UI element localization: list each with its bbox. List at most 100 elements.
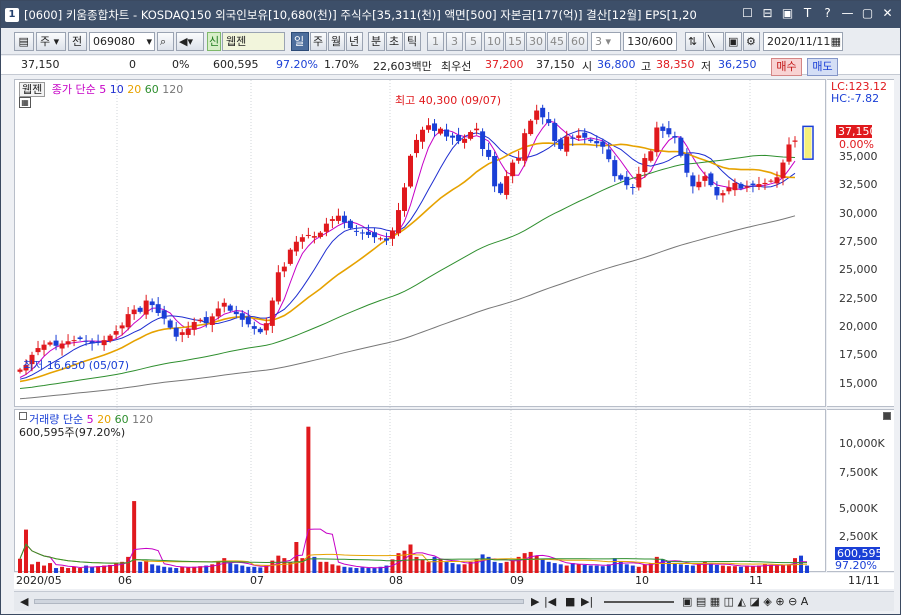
- trendline-icon[interactable]: ╲: [705, 32, 724, 51]
- minimize-icon[interactable]: —: [839, 5, 856, 22]
- period-select[interactable]: 주 ▾: [36, 32, 66, 51]
- speaker-icon[interactable]: ◀▾: [176, 32, 204, 51]
- interval-day[interactable]: 일: [291, 32, 309, 51]
- minute-option-60[interactable]: 60: [568, 32, 588, 51]
- y-label: 22,500: [839, 292, 878, 305]
- candle-body: [522, 133, 528, 161]
- interval-second[interactable]: 초: [386, 32, 403, 51]
- high-annotation: 최고 40,300 (09/07): [395, 94, 502, 107]
- volume-bar: [793, 558, 797, 573]
- volume-bar: [744, 565, 749, 573]
- volume-value-label: 600,595주(97.20%): [19, 426, 126, 439]
- ma-120-label: 120: [162, 83, 184, 96]
- minute-option-1[interactable]: 1: [427, 32, 444, 51]
- volume-bar: [444, 561, 449, 573]
- floppy-icon[interactable]: ▣: [725, 32, 742, 51]
- candle-body: [107, 335, 113, 342]
- volume-bar: [612, 558, 617, 573]
- stock-name-field[interactable]: 웹젠: [222, 32, 285, 51]
- grid-icon[interactable]: ▦: [19, 97, 31, 108]
- date-field[interactable]: 2020/11/11 ▦: [763, 32, 843, 51]
- minute-option-45[interactable]: 45: [547, 32, 567, 51]
- candle-body: [444, 129, 450, 137]
- candle-body: [612, 160, 618, 177]
- pin-icon[interactable]: ⊟: [759, 5, 776, 22]
- stock-code-input[interactable]: 069080 ▾: [89, 32, 155, 51]
- price-chart-svg[interactable]: [15, 80, 827, 408]
- turnover: 1.70%: [324, 58, 359, 71]
- vol-ma-120-label: 120: [132, 413, 154, 426]
- minute-option-3[interactable]: 3: [446, 32, 463, 51]
- scroll-left-icon[interactable]: ◀: [20, 595, 28, 608]
- buy-button[interactable]: 매수: [771, 58, 802, 76]
- best-bid: 37,150: [536, 58, 575, 71]
- settings-icon[interactable]: ⚙: [743, 32, 760, 51]
- next-page-icon[interactable]: ▶|: [581, 595, 593, 608]
- volume-bar: [594, 565, 599, 573]
- interval-week[interactable]: 주: [310, 32, 327, 51]
- font-icon[interactable]: T: [799, 5, 816, 22]
- low-annotation: 최저 16,650 (05/07): [23, 359, 130, 372]
- horizontal-scrollbar[interactable]: [34, 599, 524, 604]
- prev-page-icon[interactable]: |◀: [544, 595, 556, 608]
- volume-bar: [18, 558, 22, 573]
- x-label: 10: [635, 574, 649, 587]
- volume-box-icon[interactable]: [19, 412, 27, 420]
- volume-bar: [684, 564, 689, 573]
- volume-bar: [768, 564, 773, 573]
- link-icon[interactable]: ☐: [739, 5, 756, 22]
- minute-option-30[interactable]: 30: [526, 32, 546, 51]
- volume-bar: [306, 426, 311, 573]
- volume-bar: [750, 566, 755, 573]
- ma-5-label: 5: [99, 83, 107, 96]
- minute-custom-value: 3: [595, 35, 602, 48]
- candle-body: [269, 300, 275, 326]
- candle-body: [83, 340, 89, 342]
- pane-collapse-icon[interactable]: [883, 412, 891, 420]
- help-icon[interactable]: ?: [819, 5, 836, 22]
- interval-minute[interactable]: 분: [368, 32, 385, 51]
- save-icon[interactable]: ▣: [779, 5, 796, 22]
- sell-button[interactable]: 매도: [807, 58, 838, 76]
- candle-body: [323, 223, 329, 232]
- candle-body: [678, 137, 684, 156]
- volume-bar: [462, 564, 467, 573]
- tool-icons[interactable]: ▣ ▤ ▦ ◫ ◭ ◪ ◈ ⊕ ⊖ A: [682, 595, 808, 608]
- volume-bar: [474, 559, 479, 573]
- interval-year[interactable]: 년: [346, 32, 363, 51]
- y-label: 35,000: [839, 150, 878, 163]
- volume-chart-svg[interactable]: [15, 410, 827, 573]
- search-icon[interactable]: ⌕: [157, 32, 174, 51]
- candle-body: [215, 308, 221, 317]
- interval-month[interactable]: 월: [328, 32, 345, 51]
- minute-option-10[interactable]: 10: [484, 32, 504, 51]
- scroll-right-icon[interactable]: ▶: [531, 595, 539, 608]
- price-chart-pane[interactable]: 웹젠 종가 단순 5 10 20 60 120 ▦ 최고 40,300 (09/…: [14, 79, 827, 408]
- minute-option-15[interactable]: 15: [505, 32, 525, 51]
- minute-option-5[interactable]: 5: [465, 32, 482, 51]
- volume-bar: [540, 559, 545, 573]
- count-field[interactable]: 130/600: [623, 32, 677, 51]
- volume-bar: [714, 564, 719, 573]
- candle-body: [414, 139, 420, 154]
- close-icon[interactable]: ✕: [879, 5, 896, 22]
- volume-bar: [42, 565, 47, 573]
- candle-body: [365, 231, 371, 235]
- volume-chart-pane[interactable]: 거래량 단순 5 20 60 120 600,595주(97.20%): [14, 409, 827, 573]
- stop-icon[interactable]: ■: [565, 595, 575, 608]
- candle-body: [371, 232, 377, 238]
- candle-body: [504, 176, 510, 195]
- compare-icon[interactable]: ⇅: [685, 32, 704, 51]
- candle-body: [774, 177, 780, 184]
- volume-bar: [228, 563, 233, 573]
- ma-10-line: [19, 130, 796, 380]
- interval-tick[interactable]: 틱: [404, 32, 421, 51]
- minute-custom-select[interactable]: 3 ▾: [591, 32, 621, 51]
- candle-body: [630, 186, 636, 188]
- prev-button[interactable]: 전: [68, 32, 87, 51]
- layout-icon[interactable]: ▤: [14, 32, 34, 51]
- maximize-icon[interactable]: ▢: [859, 5, 876, 22]
- volume-bar: [708, 563, 713, 573]
- zoom-slider[interactable]: [604, 601, 674, 603]
- vol-y-label: 10,000K: [839, 437, 885, 450]
